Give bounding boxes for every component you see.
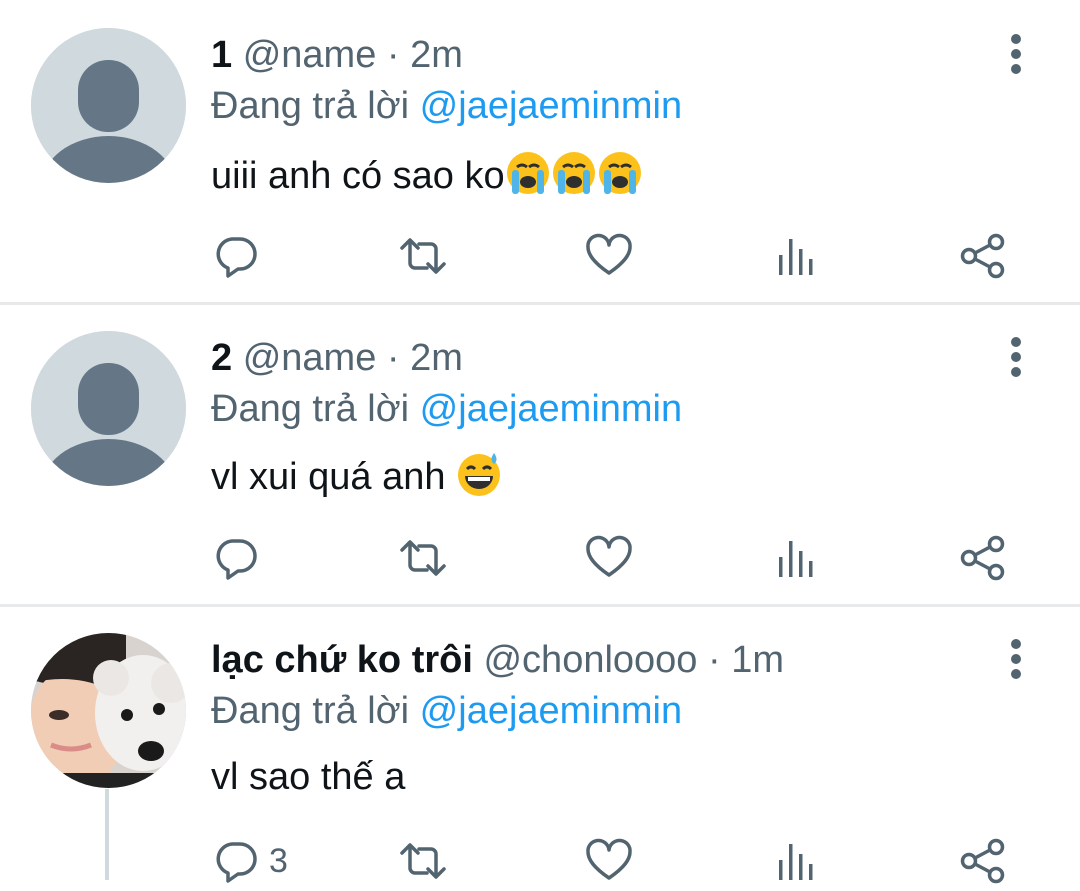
handle-time: @name · 2m (232, 337, 463, 379)
replying-to-label: Đang trả lời (211, 388, 420, 430)
share-button[interactable] (960, 226, 1006, 286)
share-button[interactable] (960, 831, 1006, 891)
retweet-icon (400, 843, 446, 879)
grinning-face-with-sweat-icon (458, 453, 501, 496)
reply-icon (216, 237, 257, 278)
more-options-button[interactable] (996, 637, 1036, 683)
reply-button[interactable] (213, 226, 269, 286)
views-icon (779, 844, 813, 880)
tweet-text-content: uiii anh có sao ko (211, 155, 505, 197)
default-avatar-icon (31, 331, 186, 486)
action-bar (0, 528, 1080, 588)
retweet-button[interactable] (398, 528, 448, 588)
reply-count: 3 (269, 841, 288, 880)
retweet-button[interactable] (398, 226, 448, 286)
views-icon (779, 541, 813, 577)
tweet-header: 2 @name · 2m (211, 336, 463, 380)
mention-link[interactable]: @jaejaeminmin (420, 388, 682, 430)
tweet-3[interactable]: lạc chứ ko trôi @chonloooo · 1m Đang trả… (0, 607, 1080, 884)
like-icon (586, 535, 632, 577)
replying-to: Đang trả lời @jaejaeminmin (211, 689, 682, 733)
action-bar (0, 226, 1080, 286)
tweet-text: vl sao thế a (211, 755, 405, 799)
loudly-crying-face-icon (598, 152, 641, 194)
handle-time: @chonloooo · 1m (472, 639, 784, 681)
views-icon (779, 239, 813, 275)
default-avatar-icon (31, 28, 186, 183)
views-button[interactable] (776, 831, 816, 891)
tweet-header: 1 @name · 2m (211, 33, 463, 77)
share-button[interactable] (960, 528, 1006, 588)
reply-icon (216, 842, 257, 883)
avatar-default[interactable] (31, 28, 186, 183)
loudly-crying-face-icon (506, 152, 549, 194)
like-icon (586, 838, 632, 880)
views-button[interactable] (776, 226, 816, 286)
like-button[interactable] (585, 226, 633, 286)
retweet-button[interactable] (398, 831, 448, 891)
reply-icon (216, 539, 257, 580)
more-icon (1011, 34, 1021, 74)
display-name[interactable]: 1 (211, 34, 232, 76)
share-icon (960, 838, 1005, 884)
tweet-2[interactable]: 2 @name · 2m Đang trả lời @jaejaeminmin … (0, 305, 1080, 605)
replying-to-label: Đang trả lời (211, 85, 420, 127)
replying-to-label: Đang trả lời (211, 690, 420, 732)
tweet-text: vl xui quá anh (211, 451, 502, 499)
like-button[interactable] (585, 831, 633, 891)
tweet-text-content: vl sao thế a (211, 756, 406, 798)
tweet-text: uiii anh có sao ko (211, 150, 643, 198)
replying-to: Đang trả lời @jaejaeminmin (211, 84, 682, 128)
views-button[interactable] (776, 528, 816, 588)
tweet-header: lạc chứ ko trôi @chonloooo · 1m (211, 638, 784, 682)
more-icon (1011, 337, 1021, 377)
avatar-default[interactable] (31, 331, 186, 486)
mention-link[interactable]: @jaejaeminmin (420, 85, 682, 127)
reply-button[interactable]: 3 (213, 831, 288, 891)
mention-link[interactable]: @jaejaeminmin (420, 690, 682, 732)
loudly-crying-face-icon (552, 152, 595, 194)
more-icon (1011, 639, 1021, 679)
retweet-icon (400, 540, 446, 576)
like-icon (586, 233, 632, 275)
retweet-icon (400, 238, 446, 274)
more-options-button[interactable] (996, 335, 1036, 381)
more-options-button[interactable] (996, 32, 1036, 78)
display-name[interactable]: 2 (211, 337, 232, 379)
reply-button[interactable] (213, 528, 269, 588)
like-button[interactable] (585, 528, 633, 588)
tweet-text-content: vl xui quá anh (211, 456, 457, 498)
display-name[interactable]: lạc chứ ko trôi (211, 639, 473, 681)
avatar-photo[interactable] (31, 633, 186, 788)
share-icon (960, 535, 1005, 581)
tweet-1[interactable]: 1 @name · 2m Đang trả lời @jaejaeminmin … (0, 0, 1080, 303)
replying-to: Đang trả lời @jaejaeminmin (211, 387, 682, 431)
share-icon (960, 233, 1005, 279)
handle-time: @name · 2m (232, 34, 463, 76)
profile-photo-person-with-dog (31, 633, 186, 788)
action-bar: 3 (0, 831, 1080, 891)
